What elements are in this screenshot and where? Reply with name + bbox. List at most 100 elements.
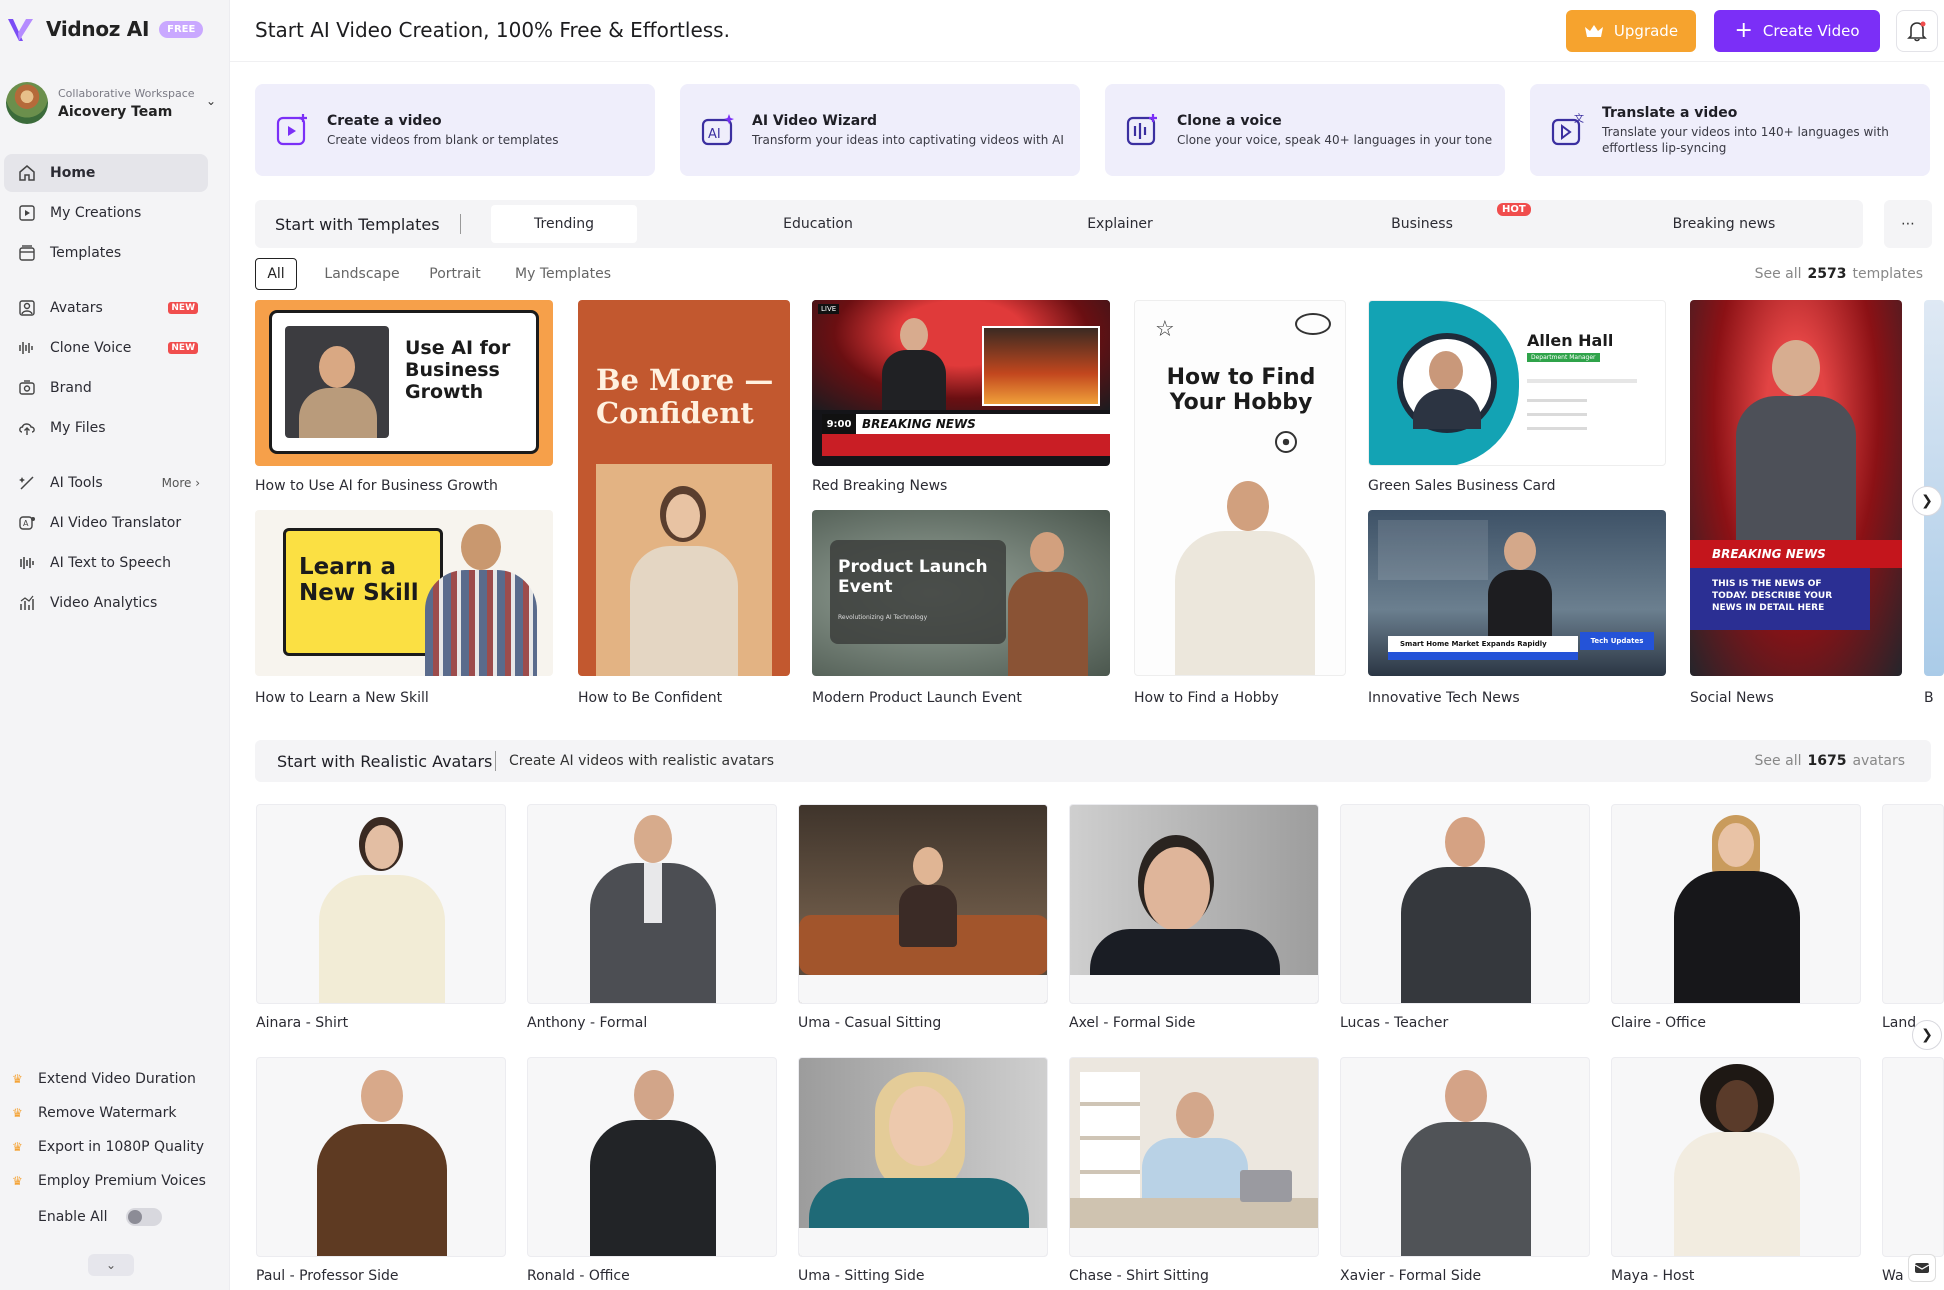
sidebar-item-ai-tools[interactable]: AI Tools More › bbox=[4, 464, 208, 502]
filter-all[interactable]: All bbox=[255, 258, 297, 290]
template-caption[interactable]: Green Sales Business Card bbox=[1368, 478, 1556, 494]
chevron-right-icon: ❯ bbox=[1921, 1027, 1933, 1043]
avatar-name: Lucas - Teacher bbox=[1340, 1015, 1449, 1031]
social-breaking-label: BREAKING NEWS bbox=[1690, 540, 1902, 568]
tab-business[interactable]: Business bbox=[1349, 205, 1495, 243]
upsell-item[interactable]: ♛ Export in 1080P Quality bbox=[12, 1130, 212, 1164]
template-thumb-red-breaking-news[interactable]: 9:00 BREAKING NEWS LIVE bbox=[812, 300, 1110, 466]
avatar-card[interactable] bbox=[256, 804, 506, 1004]
avatar-card[interactable] bbox=[1340, 804, 1590, 1004]
cloud-upload-icon bbox=[18, 419, 36, 437]
more-tabs-button[interactable]: ⋯ bbox=[1884, 200, 1932, 248]
avatar-card[interactable] bbox=[1611, 1057, 1861, 1257]
plus-icon: + bbox=[1734, 18, 1753, 43]
avatar-card[interactable] bbox=[1340, 1057, 1590, 1257]
avatars-next-button[interactable]: ❯ bbox=[1912, 1020, 1942, 1050]
see-all-suffix: avatars bbox=[1852, 753, 1905, 769]
avatar-card[interactable] bbox=[527, 1057, 777, 1257]
template-thumb-business-growth[interactable]: Use AI for Business Growth bbox=[255, 300, 553, 466]
upgrade-button[interactable]: Upgrade bbox=[1566, 10, 1696, 52]
template-caption[interactable]: How to Be Confident bbox=[578, 690, 722, 706]
sidebar-item-avatars[interactable]: Avatars NEW bbox=[4, 289, 208, 327]
template-thumb-learn-skill[interactable]: Learn a New Skill bbox=[255, 510, 553, 676]
template-caption[interactable]: Red Breaking News bbox=[812, 478, 947, 494]
see-all-templates-link[interactable]: See all 2573 templates bbox=[1755, 266, 1923, 282]
avatar-card[interactable] bbox=[1069, 1057, 1319, 1257]
sidebar-item-label: AI Video Translator bbox=[50, 515, 182, 531]
template-caption[interactable]: Modern Product Launch Event bbox=[812, 690, 1022, 706]
avatar-card[interactable] bbox=[527, 804, 777, 1004]
template-thumb-tech-news[interactable]: Smart Home Market Expands Rapidly Tech U… bbox=[1368, 510, 1666, 676]
translate-video-card[interactable]: 文 Translate a video Translate your videos… bbox=[1530, 84, 1930, 176]
filter-landscape[interactable]: Landscape bbox=[315, 258, 409, 290]
template-caption[interactable]: Social News bbox=[1690, 690, 1774, 706]
template-caption[interactable]: How to Learn a New Skill bbox=[255, 690, 429, 706]
tab-breaking-news[interactable]: Breaking news bbox=[1651, 205, 1797, 243]
sidebar-item-templates[interactable]: Templates bbox=[4, 234, 208, 272]
upsell-item[interactable]: ♛ Remove Watermark bbox=[12, 1096, 212, 1130]
avatar-name: Ronald - Office bbox=[527, 1268, 630, 1284]
tab-explainer[interactable]: Explainer bbox=[1047, 205, 1193, 243]
see-all-avatars-link[interactable]: See all 1675 avatars bbox=[1755, 753, 1905, 769]
avatar-card[interactable] bbox=[1069, 804, 1319, 1004]
tab-trending[interactable]: Trending bbox=[491, 205, 637, 243]
create-video-button[interactable]: + Create Video bbox=[1714, 10, 1880, 52]
sidebar-item-my-creations[interactable]: My Creations bbox=[4, 194, 208, 232]
tech-ticker: Smart Home Market Expands Rapidly bbox=[1388, 636, 1578, 652]
notifications-button[interactable] bbox=[1896, 10, 1938, 52]
ai-tools-more-link[interactable]: More › bbox=[162, 476, 200, 490]
sidebar-item-home[interactable]: Home bbox=[4, 154, 208, 192]
avatar-card[interactable] bbox=[1882, 1057, 1944, 1257]
workspace-name: Aicovery Team bbox=[58, 103, 173, 120]
avatar-card[interactable] bbox=[1611, 804, 1861, 1004]
upgrade-label: Upgrade bbox=[1613, 22, 1679, 40]
voice-wave-icon bbox=[18, 339, 36, 357]
ai-video-wizard-card[interactable]: AI AI Video Wizard Transform your ideas i… bbox=[680, 84, 1080, 176]
see-all-prefix: See all bbox=[1754, 753, 1802, 769]
translate-icon: A bbox=[18, 514, 36, 532]
upsell-item[interactable]: ♛ Employ Premium Voices bbox=[12, 1164, 212, 1198]
sidebar-item-video-analytics[interactable]: Video Analytics bbox=[4, 584, 208, 622]
collapse-sidebar-button[interactable]: ⌄ bbox=[88, 1254, 134, 1276]
template-caption[interactable]: B bbox=[1924, 690, 1934, 706]
template-caption[interactable]: How to Use AI for Business Growth bbox=[255, 478, 498, 494]
avatar-card[interactable] bbox=[798, 1057, 1048, 1257]
more-label: More bbox=[161, 476, 192, 490]
workspace-switcher[interactable]: Collaborative Workspace Aicovery Team ⌄ bbox=[6, 80, 216, 126]
templates-next-button[interactable]: ❯ bbox=[1912, 486, 1942, 516]
avatar-card[interactable] bbox=[798, 804, 1048, 1004]
enable-all-toggle[interactable] bbox=[125, 1208, 162, 1226]
create-video-card[interactable]: Create a video Create videos from blank o… bbox=[255, 84, 655, 176]
sidebar-item-ai-text-to-speech[interactable]: AI Text to Speech bbox=[4, 544, 208, 582]
card-desc: Transform your ideas into captivating vi… bbox=[752, 132, 1064, 147]
template-thumb-social-news[interactable]: BREAKING NEWS THIS IS THE NEWS OF TODAY.… bbox=[1690, 300, 1902, 676]
sidebar-item-clone-voice[interactable]: Clone Voice NEW bbox=[4, 329, 208, 367]
template-thumb-be-confident[interactable]: Be More — Confident bbox=[578, 300, 790, 676]
sidebar-item-ai-video-translator[interactable]: A AI Video Translator bbox=[4, 504, 208, 542]
sidebar-item-my-files[interactable]: My Files bbox=[4, 409, 208, 447]
social-news-text: THIS IS THE NEWS OF TODAY. DESCRIBE YOUR… bbox=[1690, 568, 1870, 630]
templates-tab-bar: Start with Templates Trending Education … bbox=[255, 200, 1863, 248]
filter-my-templates[interactable]: My Templates bbox=[505, 258, 621, 290]
template-thumb-find-hobby[interactable]: How to Find Your Hobby ☆ bbox=[1134, 300, 1346, 676]
template-thumb-business-card[interactable]: Allen Hall Department Manager bbox=[1368, 300, 1666, 466]
clone-voice-card[interactable]: Clone a voice Clone your voice, speak 40+… bbox=[1105, 84, 1505, 176]
chevron-down-icon[interactable]: ⌄ bbox=[206, 94, 216, 108]
avatar-card[interactable] bbox=[256, 1057, 506, 1257]
sidebar-item-brand[interactable]: Brand bbox=[4, 369, 208, 407]
template-caption[interactable]: Innovative Tech News bbox=[1368, 690, 1520, 706]
templates-section-title: Start with Templates bbox=[275, 215, 440, 234]
template-caption[interactable]: How to Find a Hobby bbox=[1134, 690, 1279, 706]
support-chat-button[interactable] bbox=[1908, 1254, 1936, 1282]
sidebar-item-label: Brand bbox=[50, 380, 92, 396]
main-nav: Home My Creations Templates Avatars NEW … bbox=[4, 154, 208, 624]
enable-all-row: Enable All bbox=[12, 1198, 212, 1236]
divider bbox=[495, 751, 496, 771]
upsell-item[interactable]: ♛ Extend Video Duration bbox=[12, 1062, 212, 1096]
avatar-card[interactable] bbox=[1882, 804, 1944, 1004]
brand-logo[interactable]: Vidnoz AI FREE bbox=[6, 14, 204, 44]
avatar-name: Claire - Office bbox=[1611, 1015, 1707, 1031]
tab-education[interactable]: Education bbox=[745, 205, 891, 243]
filter-portrait[interactable]: Portrait bbox=[417, 258, 493, 290]
template-thumb-product-launch[interactable]: Product Launch Event Revolutionizing AI … bbox=[812, 510, 1110, 676]
